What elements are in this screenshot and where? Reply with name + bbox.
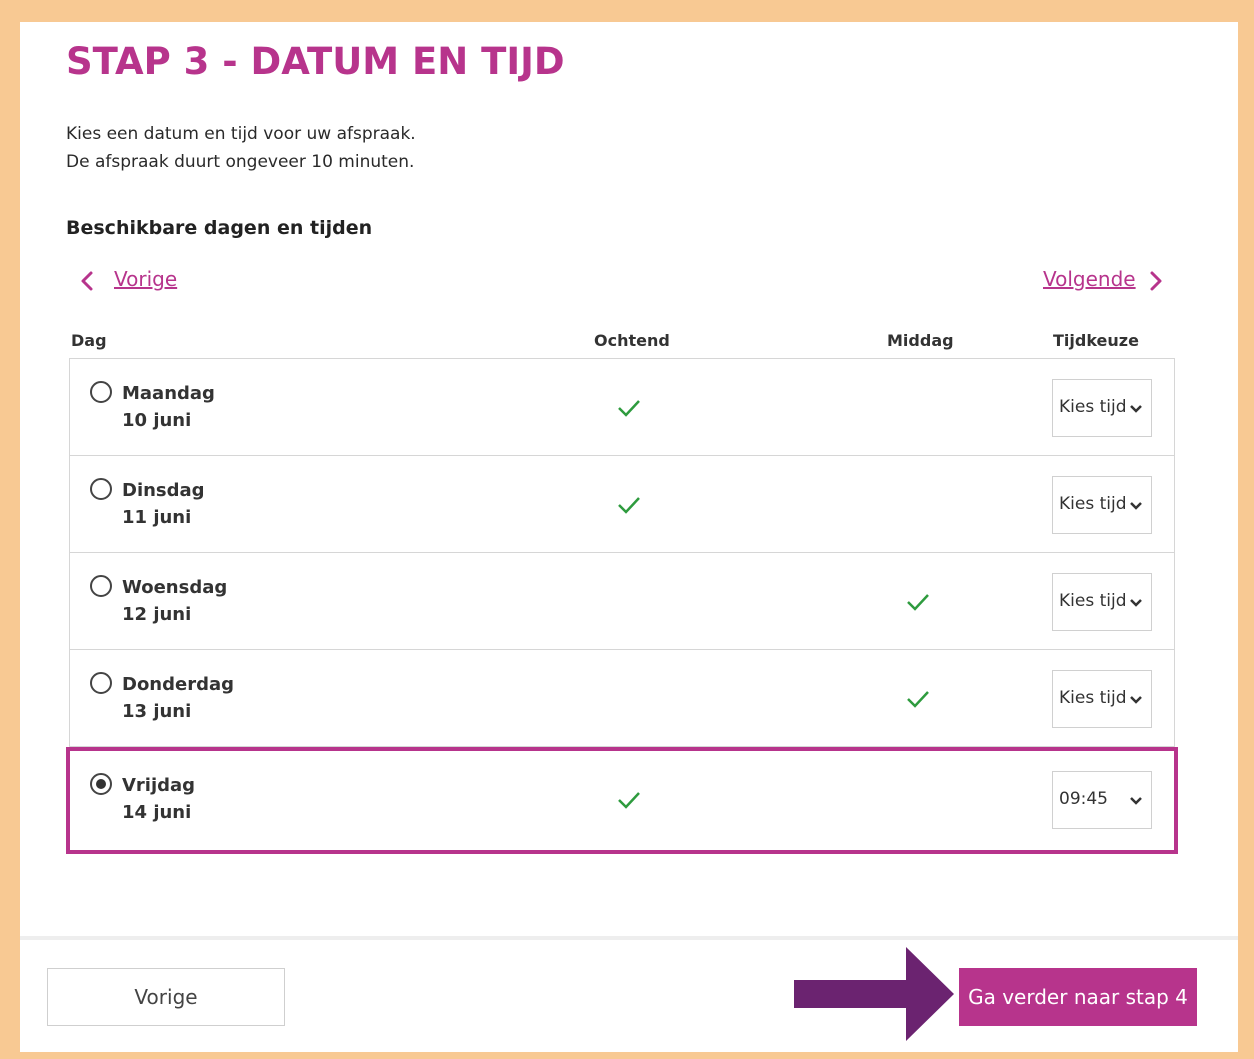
table-row[interactable]: Maandag 10 juni Kies tijd (70, 359, 1174, 456)
table-row[interactable]: Donderdag 13 juni Kies tijd (70, 650, 1174, 747)
column-header-day: Dag (71, 331, 107, 350)
day-name: Vrijdag (122, 775, 196, 796)
time-select[interactable]: 09:45 (1052, 771, 1152, 829)
check-icon (907, 691, 929, 708)
day-name: Dinsdag (122, 480, 205, 501)
day-name: Woensdag (122, 577, 228, 598)
day-radio[interactable] (90, 381, 112, 403)
day-date: 11 juni (122, 507, 192, 528)
check-icon (907, 594, 929, 611)
day-radio[interactable] (90, 575, 112, 597)
page-title: STAP 3 - DATUM EN TIJD (66, 40, 565, 83)
day-name: Maandag (122, 383, 215, 404)
time-select[interactable]: Kies tijd (1052, 573, 1152, 631)
day-date: 10 juni (122, 410, 192, 431)
intro-line-1: Kies een datum en tijd voor uw afspraak. (66, 124, 416, 144)
chevron-down-icon (1130, 502, 1142, 510)
chevron-right-icon[interactable] (1145, 270, 1165, 292)
check-icon (618, 497, 640, 514)
time-select[interactable]: Kies tijd (1052, 670, 1152, 728)
column-header-morning: Ochtend (594, 331, 670, 350)
chevron-down-icon (1130, 696, 1142, 704)
chevron-down-icon (1130, 599, 1142, 607)
arrow-right-icon (794, 947, 954, 1041)
time-select-value: Kies tijd (1059, 397, 1127, 417)
step-card: STAP 3 - DATUM EN TIJD Kies een datum en… (20, 22, 1238, 1052)
day-date: 14 juni (122, 802, 192, 823)
chevron-down-icon (1130, 405, 1142, 413)
day-date: 13 juni (122, 701, 192, 722)
section-title: Beschikbare dagen en tijden (66, 217, 373, 239)
chevron-down-icon (1130, 797, 1142, 805)
time-select-value: Kies tijd (1059, 591, 1127, 611)
intro-line-2: De afspraak duurt ongeveer 10 minuten. (66, 152, 415, 172)
time-select[interactable]: Kies tijd (1052, 379, 1152, 437)
day-radio-selected[interactable] (90, 773, 112, 795)
availability-table: Maandag 10 juni Kies tijd Dinsdag 11 jun… (66, 358, 1178, 854)
table-row[interactable]: Woensdag 12 juni Kies tijd (70, 553, 1174, 650)
time-select-value: Kies tijd (1059, 494, 1127, 514)
prev-week-link[interactable]: Vorige (114, 267, 177, 291)
table-row[interactable]: Dinsdag 11 juni Kies tijd (70, 456, 1174, 553)
previous-button[interactable]: Vorige (47, 968, 285, 1026)
continue-step-4-button[interactable]: Ga verder naar stap 4 (959, 968, 1197, 1026)
check-icon (618, 400, 640, 417)
day-radio[interactable] (90, 478, 112, 500)
table-row-selected[interactable]: Vrijdag 14 juni 09:45 (66, 747, 1178, 854)
day-name: Donderdag (122, 674, 235, 695)
check-icon (618, 792, 640, 809)
next-week-link[interactable]: Volgende (1043, 267, 1136, 291)
time-select-value: 09:45 (1059, 789, 1108, 809)
time-select-value: Kies tijd (1059, 688, 1127, 708)
column-header-afternoon: Middag (887, 331, 954, 350)
column-header-time: Tijdkeuze (1053, 331, 1139, 350)
footer-divider (20, 936, 1238, 940)
chevron-left-icon[interactable] (78, 270, 98, 292)
time-select[interactable]: Kies tijd (1052, 476, 1152, 534)
day-radio[interactable] (90, 672, 112, 694)
day-date: 12 juni (122, 604, 192, 625)
